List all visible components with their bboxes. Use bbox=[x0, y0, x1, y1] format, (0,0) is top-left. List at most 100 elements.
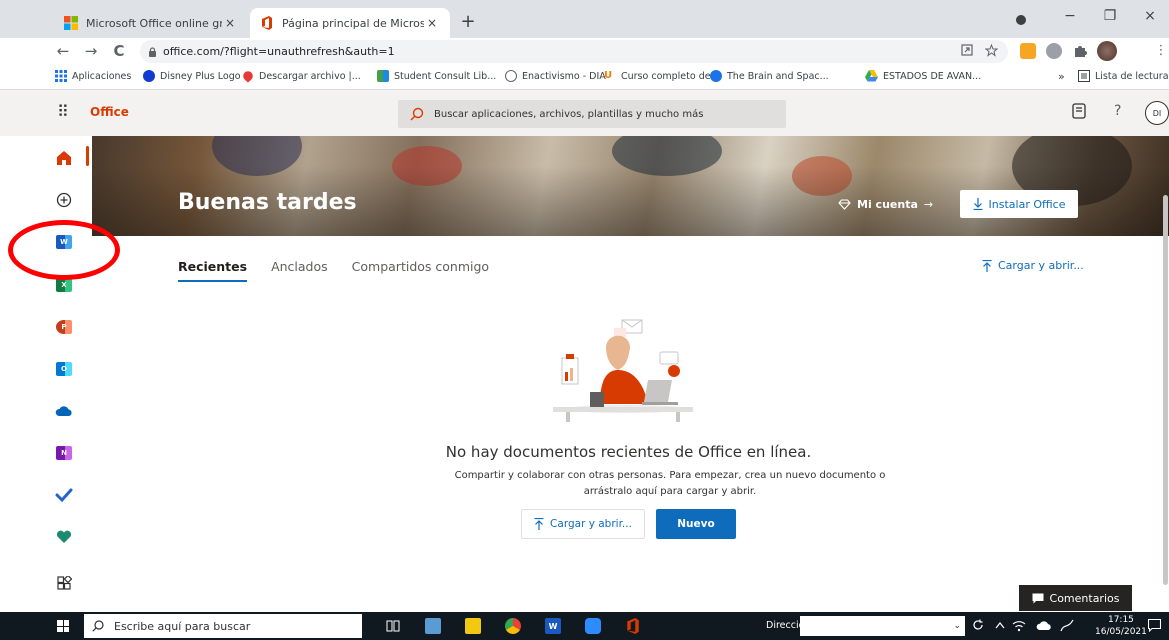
browser-tab-strip: Microsoft Office online gratuito, × Pági… bbox=[0, 0, 1169, 38]
heart-icon bbox=[56, 530, 72, 543]
minimize-button[interactable]: − bbox=[1055, 8, 1085, 24]
tab-compartidos[interactable]: Compartidos conmigo bbox=[352, 259, 489, 282]
rail-item-home[interactable] bbox=[54, 149, 74, 167]
kebab-menu-icon[interactable]: ⋮ bbox=[1150, 41, 1169, 61]
home-icon bbox=[57, 151, 71, 165]
page-scrollbar[interactable] bbox=[1163, 195, 1168, 585]
upload-open-link[interactable]: Cargar y abrir... bbox=[982, 259, 1084, 272]
taskbar-address-input[interactable]: ⌄ bbox=[800, 616, 965, 636]
bookmark-student-consult[interactable]: Student Consult Lib... bbox=[377, 70, 496, 82]
upload-open-button[interactable]: Cargar y abrir... bbox=[521, 509, 645, 539]
onedrive-icon[interactable] bbox=[1036, 620, 1052, 631]
my-account-label: Mi cuenta bbox=[857, 198, 918, 211]
task-view-icon[interactable] bbox=[385, 618, 401, 634]
zoom-icon[interactable] bbox=[585, 618, 601, 634]
bookmark-curso[interactable]: U Curso completo de... bbox=[604, 70, 720, 82]
rail-item-create[interactable] bbox=[54, 191, 74, 209]
new-document-button[interactable]: Nuevo bbox=[656, 509, 736, 539]
browser-tab-office-home[interactable]: Página principal de Microsoft Offi × bbox=[250, 8, 450, 38]
wifi-icon[interactable] bbox=[1012, 620, 1026, 632]
rail-item-todo[interactable] bbox=[54, 486, 74, 504]
puzzle-icon[interactable] bbox=[1072, 43, 1088, 59]
chevron-down-icon[interactable]: ⌄ bbox=[953, 621, 961, 631]
hero-banner bbox=[92, 136, 1169, 236]
refresh-icon[interactable] bbox=[972, 619, 984, 631]
feedback-button[interactable]: Comentarios bbox=[1019, 585, 1132, 611]
close-tab-icon[interactable]: × bbox=[424, 16, 440, 30]
lock-icon bbox=[149, 46, 156, 57]
calculator-icon[interactable] bbox=[425, 618, 441, 634]
tab-recientes[interactable]: Recientes bbox=[178, 259, 248, 282]
bookmark-apps[interactable]: Aplicaciones bbox=[55, 70, 131, 82]
reading-list-icon bbox=[1078, 70, 1090, 82]
bookmark-label: Curso completo de... bbox=[621, 70, 720, 82]
student-consult-icon bbox=[377, 70, 389, 82]
rail-item-outlook[interactable]: O bbox=[54, 360, 74, 378]
chrome-icon[interactable] bbox=[505, 618, 521, 634]
all-apps-icon bbox=[56, 575, 72, 590]
bookmark-estados[interactable]: ESTADOS DE AVAN... bbox=[865, 70, 981, 82]
bookmark-label: Student Consult Lib... bbox=[394, 70, 497, 82]
my-day-icon[interactable] bbox=[1072, 103, 1086, 119]
taskbar-clock[interactable]: 17:15 16/05/2021 bbox=[1095, 614, 1147, 638]
share-icon[interactable] bbox=[961, 44, 973, 56]
upload-open-button-label: Cargar y abrir... bbox=[550, 518, 632, 530]
taskbar-search-input[interactable]: Escribe aquí para buscar bbox=[84, 614, 362, 638]
bookmark-enactivismo[interactable]: Enactivismo - DIA bbox=[505, 70, 606, 82]
browser-tab-office-online[interactable]: Microsoft Office online gratuito, × bbox=[54, 8, 248, 38]
avatar[interactable] bbox=[1097, 41, 1117, 61]
back-button[interactable]: ← bbox=[52, 41, 74, 61]
empty-state-illustration bbox=[553, 319, 693, 422]
enactivismo-icon bbox=[505, 70, 517, 82]
reading-list-button[interactable]: Lista de lectura bbox=[1078, 70, 1169, 82]
my-account-link[interactable]: Mi cuenta → bbox=[838, 198, 933, 211]
search-icon bbox=[410, 107, 424, 121]
url-bar[interactable]: office.com/?flight=unauthrefresh&auth=1 bbox=[140, 40, 1008, 63]
notifications-icon[interactable] bbox=[1148, 619, 1161, 632]
extension-icon[interactable] bbox=[1020, 43, 1036, 59]
bookmark-disney[interactable]: Disney Plus Logo bbox=[143, 70, 241, 82]
bookmark-label: Disney Plus Logo bbox=[160, 70, 241, 82]
apps-grid-icon bbox=[55, 70, 67, 82]
reading-list-label: Lista de lectura bbox=[1095, 70, 1169, 82]
pen-icon[interactable] bbox=[1060, 619, 1074, 632]
bookmarks-overflow-button[interactable]: » bbox=[1058, 70, 1065, 83]
windows-start-icon[interactable] bbox=[57, 620, 69, 632]
checkmark-icon bbox=[55, 488, 73, 502]
help-icon[interactable]: ? bbox=[1114, 103, 1121, 119]
file-explorer-icon[interactable] bbox=[465, 618, 481, 634]
office-search-input[interactable]: Buscar aplicaciones, archivos, plantilla… bbox=[398, 100, 786, 128]
onedrive-icon bbox=[55, 406, 72, 416]
extension-icon[interactable] bbox=[1046, 43, 1062, 59]
reload-button[interactable]: C bbox=[108, 41, 130, 61]
avatar[interactable]: DI bbox=[1145, 101, 1169, 125]
install-office-label: Instalar Office bbox=[988, 197, 1066, 211]
chevron-up-icon[interactable] bbox=[995, 621, 1005, 629]
bookmark-descargar[interactable]: Descargar archivo |... bbox=[241, 69, 361, 83]
rail-item-family-safety[interactable] bbox=[54, 528, 74, 546]
office-brand[interactable]: Office bbox=[90, 105, 129, 119]
heart-icon bbox=[241, 69, 255, 83]
powerpoint-icon: P bbox=[56, 320, 72, 334]
microsoft-logo-icon bbox=[64, 16, 78, 30]
app-launcher-icon[interactable]: ⠿ bbox=[57, 102, 69, 121]
bookmark-star-icon[interactable] bbox=[985, 44, 998, 57]
new-tab-button[interactable]: + bbox=[456, 12, 480, 32]
google-drive-icon bbox=[865, 70, 878, 82]
close-window-button[interactable]: × bbox=[1135, 8, 1165, 24]
profile-dot-icon[interactable] bbox=[1015, 14, 1027, 26]
rail-item-onedrive[interactable] bbox=[54, 402, 74, 420]
forward-button[interactable]: → bbox=[80, 41, 102, 61]
windows-taskbar: Escribe aquí para buscar W Dirección ⌄ 1… bbox=[0, 612, 1169, 640]
word-icon[interactable]: W bbox=[545, 618, 561, 634]
maximize-button[interactable]: ❐ bbox=[1095, 8, 1125, 24]
office-logo-icon bbox=[262, 16, 272, 30]
install-office-button[interactable]: Instalar Office bbox=[960, 190, 1078, 218]
tab-anclados[interactable]: Anclados bbox=[271, 259, 328, 282]
office-logo-icon[interactable] bbox=[625, 618, 641, 634]
rail-item-all-apps[interactable] bbox=[54, 574, 74, 592]
close-tab-icon[interactable]: × bbox=[222, 16, 238, 30]
bookmark-brain[interactable]: The Brain and Spac... bbox=[710, 70, 829, 82]
diamond-icon bbox=[838, 199, 851, 210]
rail-item-powerpoint[interactable]: P bbox=[54, 318, 74, 336]
